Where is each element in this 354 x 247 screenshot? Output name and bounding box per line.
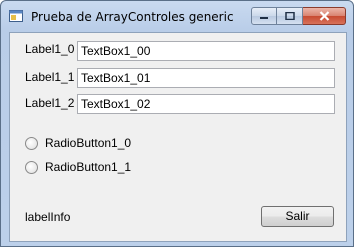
radio-button-1-0[interactable]: RadioButton1_0 — [25, 136, 131, 150]
label-1-0: Label1_0 — [25, 42, 75, 56]
radio-circle[interactable] — [25, 136, 38, 150]
label-info: labelInfo — [25, 210, 71, 224]
minimize-icon — [260, 17, 268, 19]
textbox-1-00[interactable]: TextBox1_00 — [77, 41, 335, 61]
maximize-icon — [284, 12, 295, 20]
maximize-button[interactable] — [277, 7, 303, 25]
label-1-2: Label1_2 — [25, 96, 75, 110]
form-client-area: Label1_0 TextBox1_00 Label1_1 TextBox1_0… — [9, 32, 347, 242]
exit-button[interactable]: Salir — [261, 206, 334, 227]
window-title: Prueba de ArrayControles generic — [31, 10, 234, 24]
radio-label: RadioButton1_0 — [45, 136, 132, 150]
app-window: Prueba de ArrayControles generic Label1_… — [0, 0, 354, 247]
textbox-1-01[interactable]: TextBox1_01 — [77, 68, 335, 88]
close-button[interactable] — [303, 7, 346, 25]
radio-circle[interactable] — [25, 160, 38, 174]
textbox-1-02[interactable]: TextBox1_02 — [77, 94, 335, 114]
radio-button-1-1[interactable]: RadioButton1_1 — [25, 160, 131, 174]
label-1-1: Label1_1 — [25, 70, 75, 84]
app-icon[interactable] — [9, 10, 23, 22]
minimize-button[interactable] — [251, 7, 277, 25]
title-bar[interactable]: Prueba de ArrayControles generic — [1, 1, 353, 31]
caption-buttons — [251, 7, 346, 27]
radio-label: RadioButton1_1 — [45, 160, 132, 174]
close-icon — [319, 11, 329, 21]
